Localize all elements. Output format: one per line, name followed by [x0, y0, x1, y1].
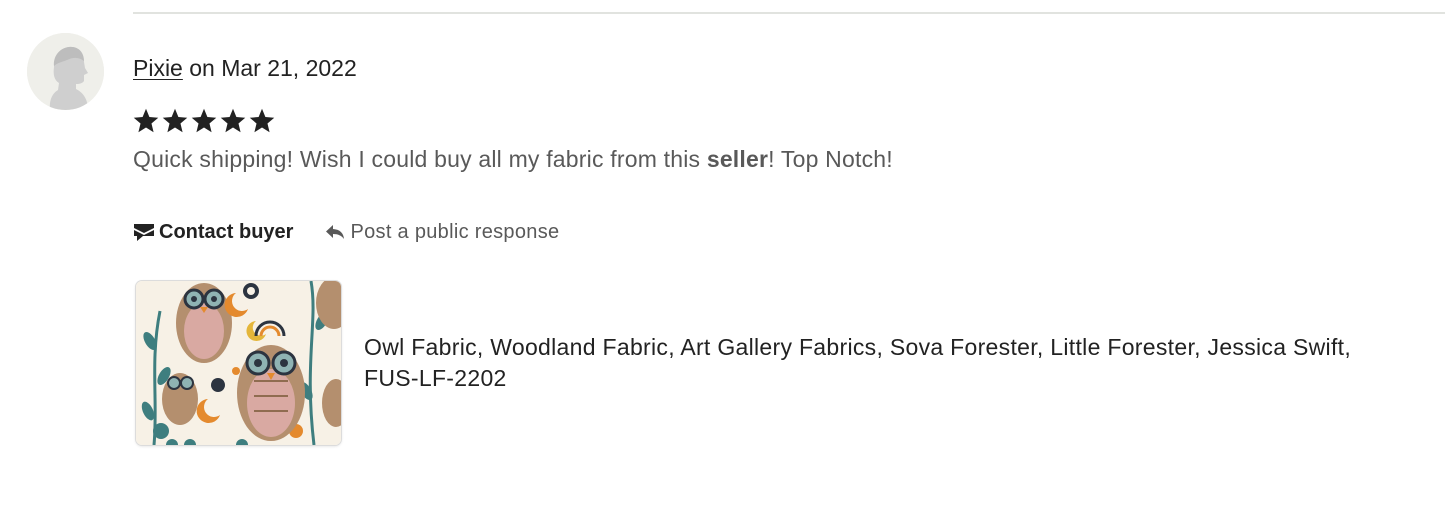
reviewer-name-link[interactable]: Pixie [133, 55, 183, 81]
post-public-response-label: Post a public response [350, 220, 560, 243]
review-date: on Mar 21, 2022 [182, 55, 357, 81]
default-user-icon [27, 33, 104, 110]
review-byline: Pixie on Mar 21, 2022 [133, 53, 357, 83]
section-divider [133, 12, 1445, 14]
review-text-highlight: seller [706, 146, 769, 172]
star-icon [191, 108, 217, 133]
star-icon [133, 108, 159, 133]
star-rating [132, 107, 276, 135]
contact-buyer-label: Contact buyer [159, 220, 294, 243]
post-public-response-button[interactable]: Post a public response [325, 221, 559, 244]
avatar[interactable] [27, 33, 104, 110]
review-actions: Contact buyer Post a public response [133, 218, 559, 246]
contact-buyer-button[interactable]: Contact buyer [133, 221, 293, 244]
product-thumbnail[interactable] [136, 281, 341, 445]
star-icon [220, 108, 246, 133]
owl-fabric-image [136, 281, 341, 445]
star-icon [162, 108, 188, 133]
review-text-start: Quick shipping! Wish I could buy all my … [133, 146, 707, 172]
review-text: Quick shipping! Wish I could buy all my … [133, 144, 893, 174]
product-title-link[interactable]: Owl Fabric, Woodland Fabric, Art Gallery… [364, 332, 1404, 394]
reply-arrow-icon [326, 225, 345, 239]
review-text-end: ! Top Notch! [768, 146, 893, 172]
star-icon [249, 108, 275, 133]
envelope-icon [134, 224, 154, 241]
